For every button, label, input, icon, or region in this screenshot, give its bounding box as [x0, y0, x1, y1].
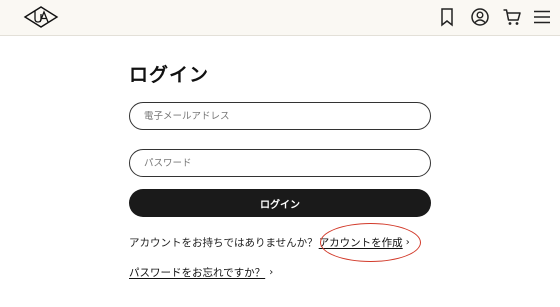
login-button[interactable]: ログイン [129, 189, 431, 217]
forgot-row: パスワードをお忘れですか？ › [129, 264, 273, 280]
account-icon[interactable] [470, 7, 490, 27]
forgot-password-link[interactable]: パスワードをお忘れですか？ [129, 265, 265, 280]
highlight-annotation [320, 223, 421, 262]
page-title: ログイン [129, 64, 210, 86]
bookmark-icon[interactable] [437, 7, 457, 27]
menu-icon[interactable] [532, 7, 552, 27]
site-header [0, 0, 560, 36]
password-field[interactable] [129, 149, 431, 177]
cart-icon[interactable] [502, 7, 522, 27]
email-field[interactable] [129, 102, 431, 130]
chevron-right-icon: › [269, 266, 274, 278]
ua-logo-icon[interactable] [23, 5, 59, 29]
signup-prompt: アカウントをお持ちではありませんか？ [129, 236, 318, 249]
